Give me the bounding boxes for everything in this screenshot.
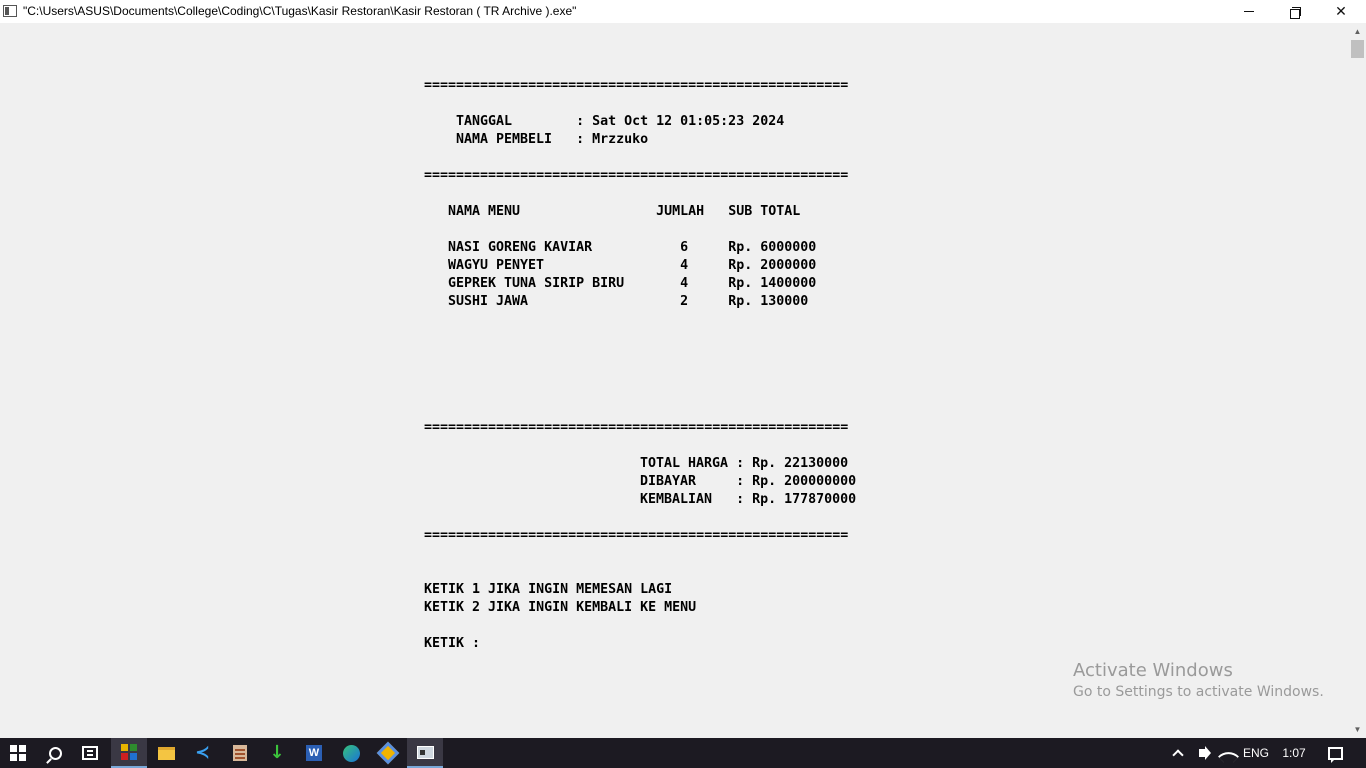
wifi-icon (1217, 745, 1239, 767)
menu-item-row: GEPREK TUNA SIRIP BIRU 4 Rp. 1400000 (448, 276, 817, 291)
separator-bottom: ========================================… (424, 528, 849, 543)
volume-button[interactable] (1192, 738, 1212, 768)
restore-button[interactable] (1272, 0, 1318, 23)
network-button[interactable] (1217, 738, 1239, 768)
task-view-icon (82, 746, 98, 760)
scroll-down-arrow-icon[interactable]: ▼ (1349, 721, 1366, 738)
windows-logo-icon (10, 745, 26, 761)
menu-item-row: NASI GORENG KAVIAR 6 Rp. 6000000 (448, 240, 817, 255)
clock[interactable]: 1:07 (1276, 738, 1312, 768)
scrollbar-thumb[interactable] (1351, 40, 1364, 58)
film-icon (233, 745, 247, 761)
title-bar[interactable]: "C:\Users\ASUS\Documents\College\Coding\… (0, 0, 1366, 23)
hexagon-app-icon (376, 741, 400, 765)
menu-item-row: WAGYU PENYET 4 Rp. 2000000 (448, 258, 817, 273)
dibayar-line: DIBAYAR : Rp. 200000000 (640, 474, 857, 489)
action-center-button[interactable] (1322, 738, 1348, 768)
activate-title: Activate Windows (1073, 660, 1233, 681)
minimize-icon (1244, 11, 1254, 12)
console-output[interactable]: ========================================… (0, 23, 1349, 738)
word-icon: W (306, 745, 322, 761)
taskbar-console[interactable] (407, 738, 443, 768)
search-icon (48, 746, 62, 760)
taskbar-vscode[interactable]: ≺ (185, 738, 221, 768)
console-app-icon (3, 5, 17, 17)
notification-icon (1327, 746, 1343, 763)
input-prompt[interactable]: KETIK : (424, 635, 480, 653)
total-harga-line: TOTAL HARGA : Rp. 22130000 (640, 456, 849, 471)
separator-top: ========================================… (424, 78, 849, 93)
kembalian-line: KEMBALIAN : Rp. 177870000 (640, 492, 857, 507)
window-title: "C:\Users\ASUS\Documents\College\Coding\… (23, 4, 577, 18)
taskbar: ≺ ↓ W ENG 1:07 (0, 738, 1366, 768)
close-icon: ✕ (1335, 3, 1347, 19)
scroll-up-arrow-icon[interactable]: ▲ (1349, 23, 1366, 40)
show-hidden-icons-button[interactable] (1168, 738, 1188, 768)
activate-windows-watermark: Activate Windows Go to Settings to activ… (1073, 660, 1324, 700)
language-indicator[interactable]: ENG (1240, 738, 1272, 768)
activate-subtitle: Go to Settings to activate Windows. (1073, 684, 1324, 700)
tanggal-line: TANGGAL : Sat Oct 12 01:05:23 2024 (456, 114, 785, 129)
minimize-button[interactable] (1226, 0, 1272, 23)
task-view-button[interactable] (72, 738, 108, 768)
restore-icon (1290, 6, 1301, 19)
taskbar-word[interactable]: W (296, 738, 332, 768)
colored-grid-app-icon (121, 744, 137, 760)
nama-pembeli-line: NAMA PEMBELI : Mrzzuko (456, 132, 649, 147)
search-button[interactable] (37, 738, 73, 768)
taskbar-edge[interactable] (333, 738, 369, 768)
console-window-icon (416, 745, 434, 759)
folder-icon (157, 746, 175, 760)
start-button[interactable] (0, 738, 36, 768)
menu-table-header: NAMA MENU JUMLAH SUB TOTAL (448, 204, 801, 219)
taskbar-app-grid[interactable] (111, 738, 147, 768)
chevron-up-icon (1172, 749, 1184, 761)
taskbar-file-explorer[interactable] (148, 738, 184, 768)
vertical-scrollbar[interactable]: ▲ ▼ (1349, 23, 1366, 738)
option-2-line: KETIK 2 JIKA INGIN KEMBALI KE MENU (424, 600, 697, 615)
speaker-icon (1199, 749, 1205, 757)
taskbar-downloader[interactable]: ↓ (259, 738, 295, 768)
option-1-line: KETIK 1 JIKA INGIN MEMESAN LAGI (424, 582, 673, 597)
close-button[interactable]: ✕ (1318, 0, 1364, 23)
download-arrow-icon: ↓ (269, 742, 285, 763)
taskbar-video-app[interactable] (222, 738, 258, 768)
separator-header: ========================================… (424, 168, 849, 183)
separator-totals: ========================================… (424, 420, 849, 435)
edge-browser-icon (342, 744, 360, 762)
vscode-icon: ≺ (195, 742, 211, 763)
menu-item-row: SUSHI JAWA 2 Rp. 130000 (448, 294, 809, 309)
taskbar-settings-app[interactable] (370, 738, 406, 768)
